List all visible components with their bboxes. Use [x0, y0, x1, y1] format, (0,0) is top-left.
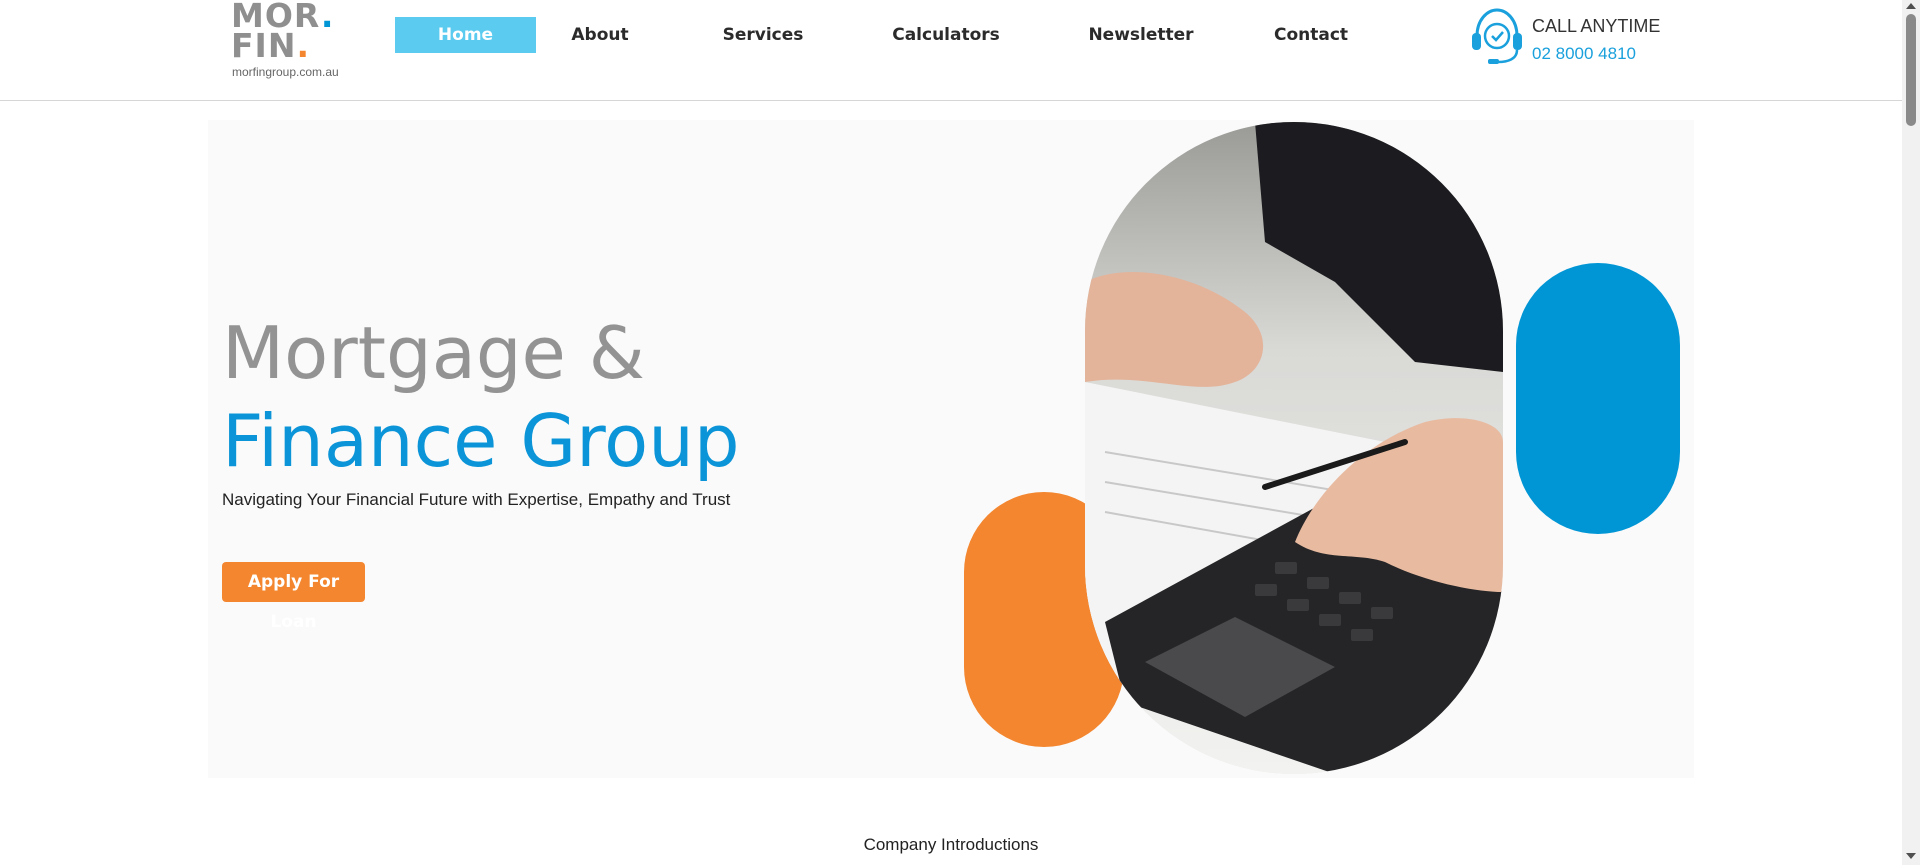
- scroll-up-arrow-icon[interactable]: [1906, 3, 1916, 9]
- scroll-down-arrow-icon[interactable]: [1906, 853, 1916, 859]
- scroll-thumb[interactable]: [1906, 14, 1916, 126]
- site-header: MOR. FIN. morfingroup.com.au Home About …: [0, 0, 1902, 101]
- calculator-hands-photo: [1085, 122, 1503, 774]
- headset-clock-icon: [1472, 8, 1522, 64]
- call-phone-link[interactable]: 02 8000 4810: [1532, 44, 1636, 64]
- call-anytime-block[interactable]: CALL ANYTIME 02 8000 4810: [1468, 6, 1678, 66]
- logo-line-2: FIN.: [231, 26, 310, 65]
- hero-title-line-1: Mortgage &: [222, 311, 645, 395]
- hero-title-line-2: Finance Group: [222, 399, 740, 483]
- site-logo[interactable]: MOR. FIN. morfingroup.com.au: [231, 0, 349, 80]
- nav-item-about[interactable]: About: [555, 17, 645, 53]
- page-scrollbar[interactable]: [1902, 0, 1920, 865]
- hero-photo: [1085, 122, 1503, 774]
- nav-item-home[interactable]: Home: [395, 17, 536, 53]
- apply-for-loan-button[interactable]: Apply For Loan: [222, 562, 365, 632]
- hero-subtitle: Navigating Your Financial Future with Ex…: [222, 490, 731, 509]
- nav-item-calculators[interactable]: Calculators: [886, 17, 1006, 53]
- decor-blue-pill: [1516, 263, 1680, 534]
- logo-url: morfingroup.com.au: [232, 65, 339, 79]
- company-introductions-heading: Company Introductions: [863, 835, 1039, 854]
- nav-item-contact[interactable]: Contact: [1266, 17, 1356, 53]
- nav-item-services[interactable]: Services: [713, 17, 813, 53]
- call-title: CALL ANYTIME: [1532, 16, 1661, 36]
- nav-item-newsletter[interactable]: Newsletter: [1081, 17, 1201, 53]
